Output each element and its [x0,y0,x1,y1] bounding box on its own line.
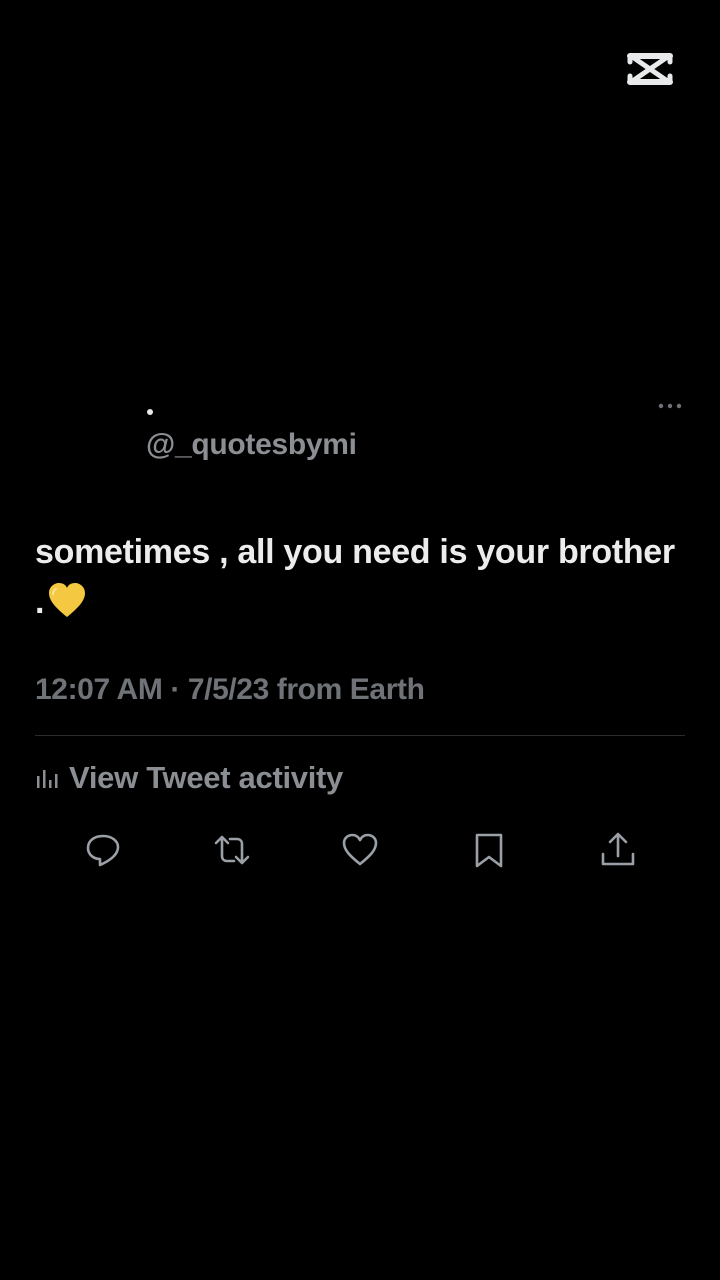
tweet-body: sometimes , all you need is your brother… [35,533,675,621]
tweet-handle[interactable]: @_quotesbymi [146,425,357,465]
retweet-icon[interactable] [212,830,252,870]
heart-icon[interactable] [340,830,380,870]
capcut-logo [626,50,674,88]
yellow-heart-emoji [48,583,86,633]
bar-chart-icon [35,766,59,790]
bookmark-icon[interactable] [469,830,509,870]
tweet-timestamp: 12:07 AM · 7/5/23 from Earth [35,673,425,706]
tweet-text: sometimes , all you need is your brother… [35,527,675,633]
more-options-icon[interactable] [656,396,686,416]
tweet-actions-bar [0,830,720,870]
view-tweet-activity-label: View Tweet activity [69,760,343,795]
view-tweet-activity-link[interactable]: View Tweet activity [35,758,343,798]
share-icon[interactable] [598,830,638,870]
divider [35,735,685,736]
avatar-placeholder-dot [147,409,153,415]
reply-icon[interactable] [83,830,123,870]
